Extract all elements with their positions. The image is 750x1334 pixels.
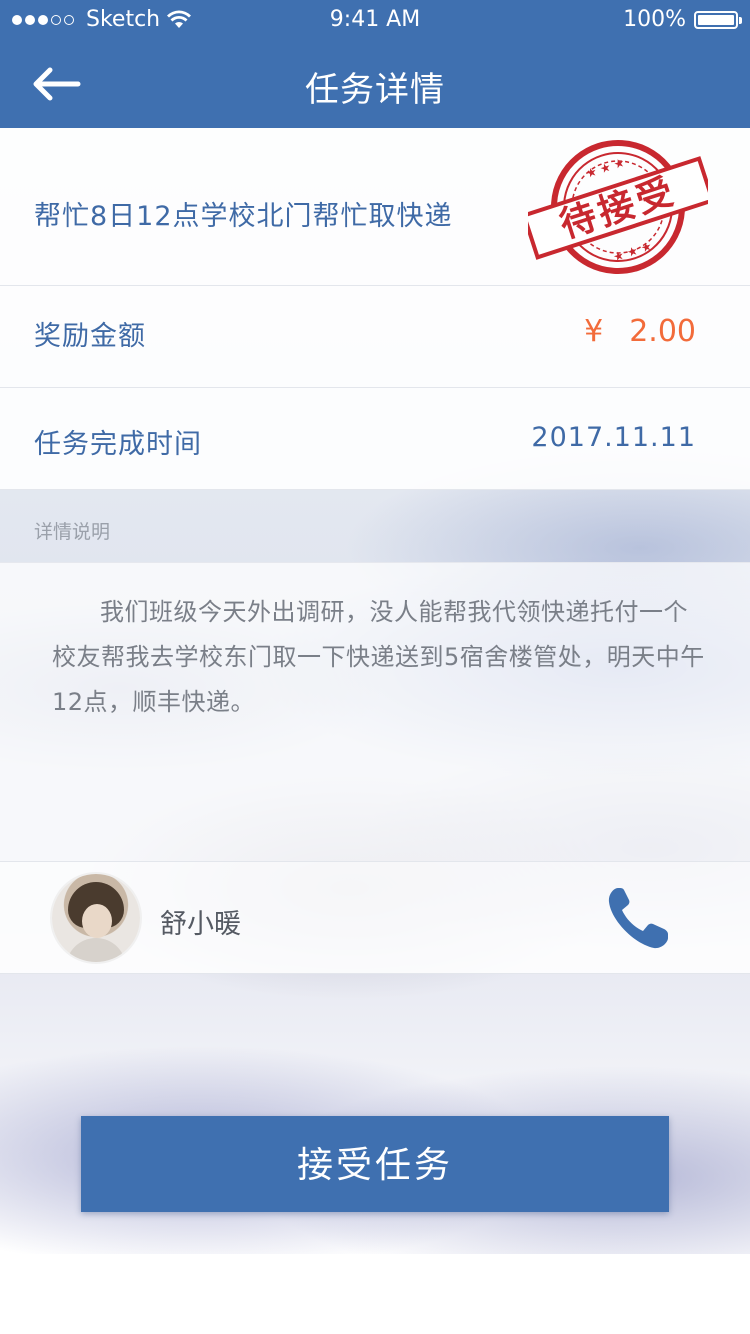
battery-status: 100% — [623, 7, 742, 32]
poster-name: 舒小暖 — [160, 909, 241, 940]
details-section-label: 详情说明 — [34, 521, 111, 543]
reward-amount: ¥2.00 — [584, 314, 696, 349]
completion-time-value: 2017.11.11 — [531, 422, 696, 453]
avatar[interactable] — [52, 874, 140, 962]
status-bar: Sketch 9:41 AM 100% — [0, 0, 750, 40]
task-title: 帮忙8日12点学校北门帮忙取快递 — [34, 201, 453, 232]
battery-percent: 100% — [623, 7, 686, 32]
accept-task-button[interactable]: 接受任务 — [81, 1116, 669, 1212]
phone-icon[interactable] — [604, 884, 674, 952]
stamp-text: 待接受 — [555, 170, 682, 246]
pending-stamp: ★ ★ ★ ★ ★ ★ 待接受 — [528, 140, 708, 274]
battery-icon — [694, 10, 742, 29]
page-title: 任务详情 — [305, 70, 445, 110]
details-text: 我们班级今天外出调研，没人能帮我代领快递托付一个校友帮我去学校东门取一下快递送到… — [52, 598, 705, 716]
completion-time-label: 任务完成时间 — [34, 429, 202, 460]
nav-bar: 任务详情 — [0, 40, 750, 128]
reward-value: 2.00 — [629, 314, 696, 349]
currency-symbol: ¥ — [584, 314, 604, 349]
svg-text:★ ★ ★: ★ ★ ★ — [584, 155, 626, 181]
reward-label: 奖励金额 — [34, 321, 146, 352]
